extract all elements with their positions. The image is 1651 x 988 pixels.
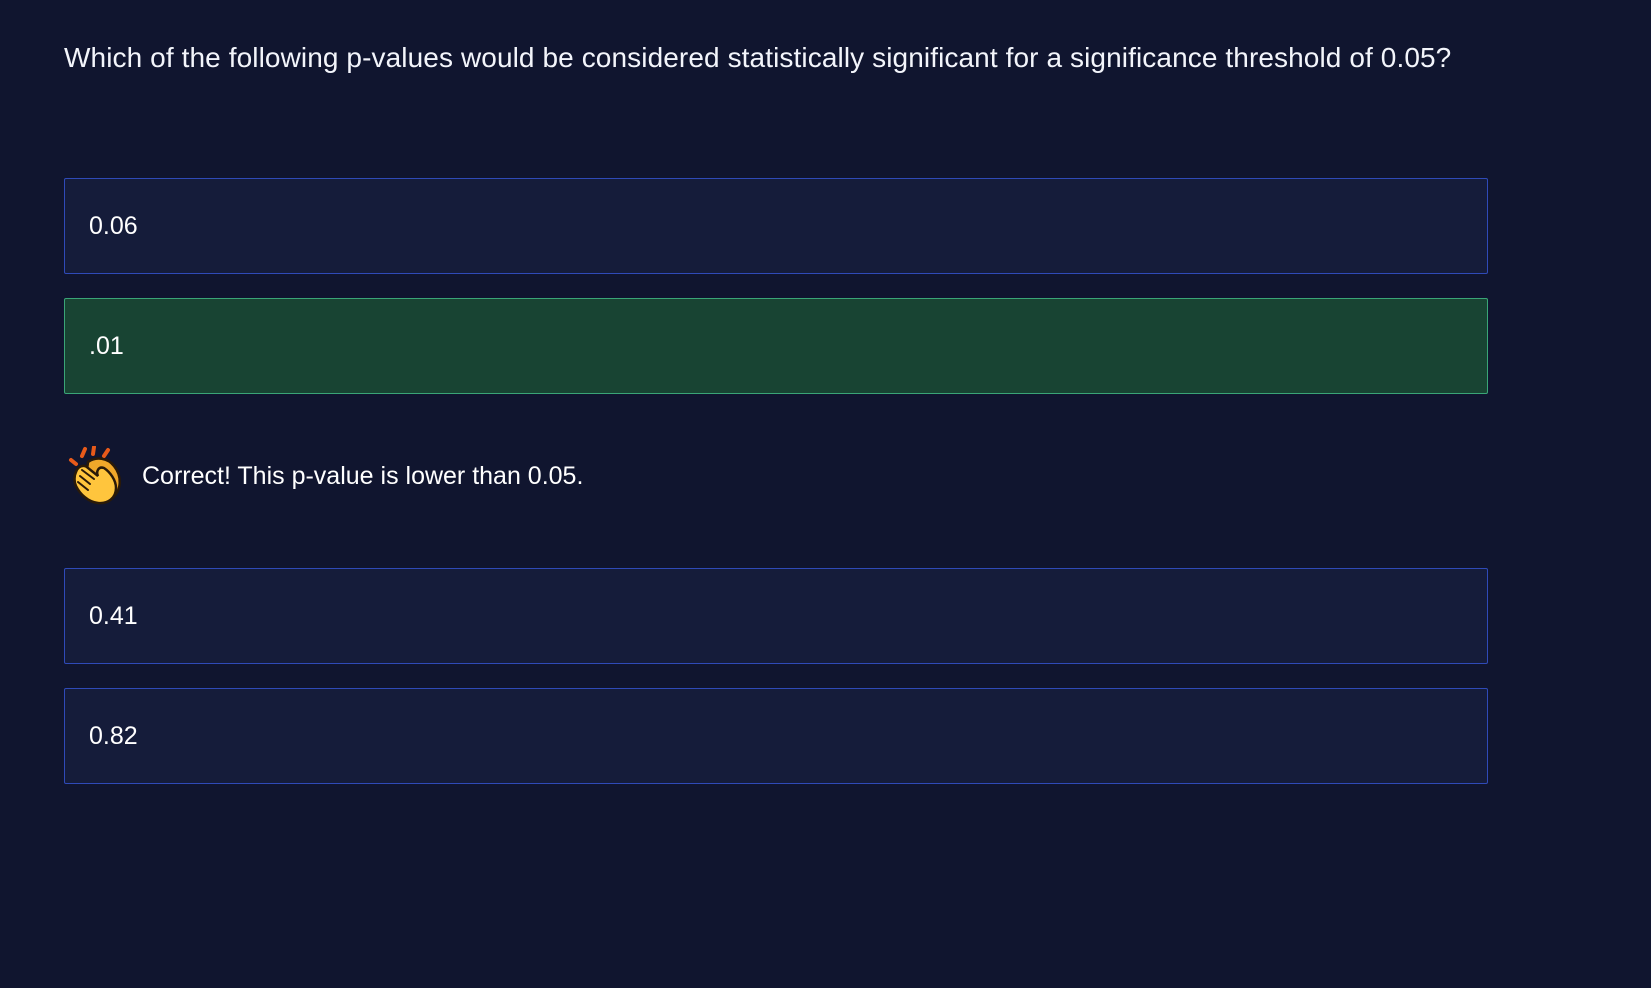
- feedback-text: Correct! This p-value is lower than 0.05…: [142, 462, 584, 490]
- answer-option-4[interactable]: 0.82: [64, 688, 1488, 784]
- clapping-hands-icon: [69, 446, 121, 505]
- answer-option-label: 0.06: [89, 212, 138, 240]
- answer-option-label: 0.82: [89, 722, 138, 750]
- answer-option-label: 0.41: [89, 602, 138, 630]
- answer-option-label: .01: [89, 332, 124, 360]
- feedback-message: Correct! This p-value is lower than 0.05…: [64, 446, 1064, 506]
- answer-option-3[interactable]: 0.41: [64, 568, 1488, 664]
- answer-option-2-correct[interactable]: .01: [64, 298, 1488, 394]
- answer-option-1[interactable]: 0.06: [64, 178, 1488, 274]
- question-text: Which of the following p-values would be…: [64, 42, 1452, 73]
